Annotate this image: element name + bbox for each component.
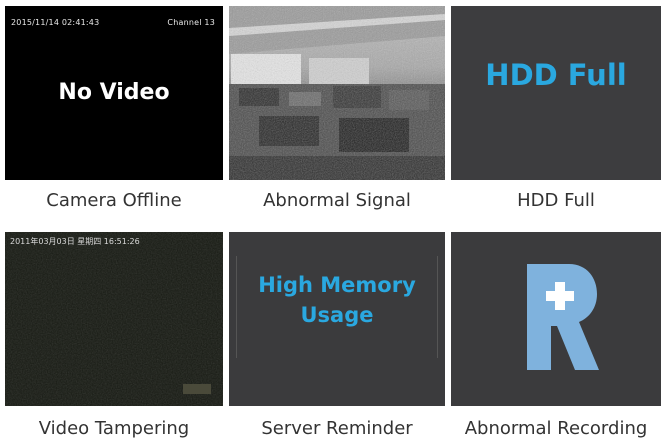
hdd-full-text: HDD Full [485,58,627,92]
noisy-office-image [229,6,445,180]
video-tampering-tile: 2011年03月03日 星期四 16:51:26 [5,232,223,406]
no-video-text: No Video [58,80,170,105]
camera-offline-tile: 2015/11/14 02:41:43 Channel 13 No Video [5,6,223,180]
abnormal-recording-label: Abnormal Recording [464,418,648,439]
abnormal-signal-tile [229,6,445,180]
abnormal-recording-tile [451,232,661,406]
hdd-full-label: HDD Full [517,190,595,211]
camera-offline-label: Camera Offline [46,190,182,211]
video-tampering-label: Video Tampering [38,418,190,439]
r-plus-logo-icon [527,264,599,370]
high-memory-line2: Usage [300,303,374,327]
channel-mark [183,384,211,394]
timestamp-overlay: 2011年03月03日 星期四 16:51:26 [10,237,140,246]
high-memory-line1: High Memory [258,273,416,297]
timestamp-overlay: 2015/11/14 02:41:43 [11,18,100,27]
server-reminder-tile: High Memory Usage [229,232,445,406]
server-reminder-label: Server Reminder [261,418,413,439]
channel-overlay: Channel 13 [167,18,215,27]
dark-noise-image [5,232,223,406]
abnormal-signal-label: Abnormal Signal [263,190,411,211]
hdd-full-tile: HDD Full [451,6,661,180]
high-memory-text: High Memory Usage [229,270,445,330]
